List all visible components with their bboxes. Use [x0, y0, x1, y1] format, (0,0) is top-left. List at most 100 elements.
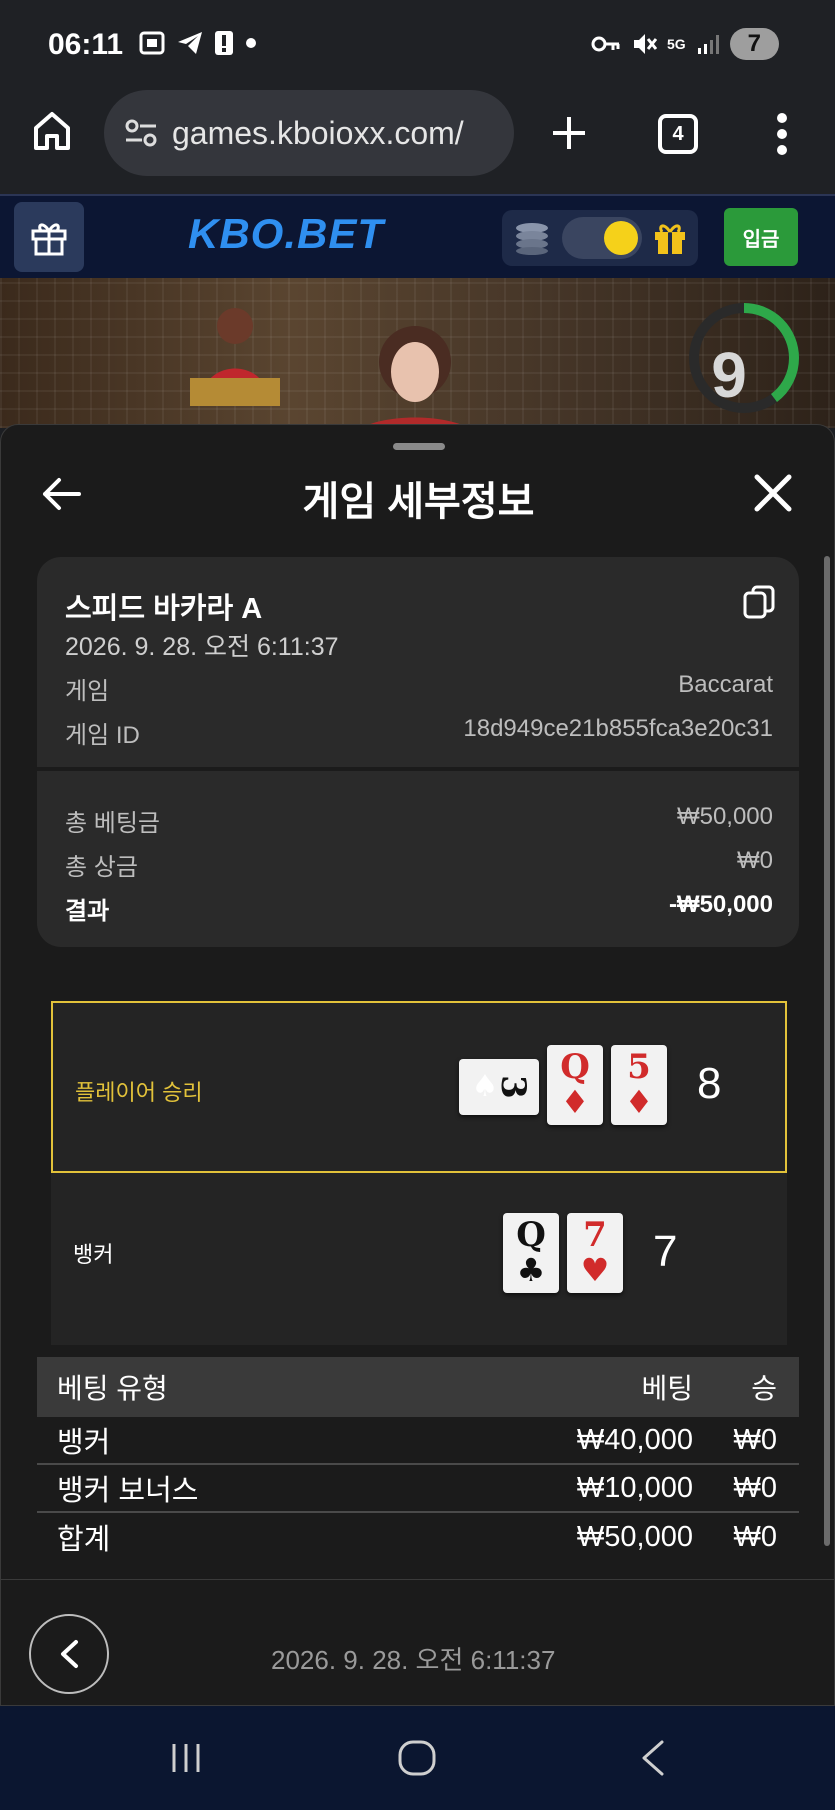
player-card-3-rank: 5: [627, 1047, 651, 1087]
screenshot-icon: [139, 31, 165, 55]
dealer-figure-right: [361, 326, 469, 428]
total-win-label: 총 상금: [65, 854, 138, 881]
game-type-label: 게임: [65, 678, 110, 705]
banker-card-2-rank: 7: [583, 1215, 607, 1255]
dealer-figure-left: [190, 308, 280, 406]
row-win: ₩0: [733, 1520, 778, 1553]
promo-button[interactable]: [14, 202, 84, 272]
telegram-icon: [178, 32, 202, 54]
browser-toolbar: games.kboioxx.com/ 4: [0, 90, 835, 194]
live-video-stream: 9: [0, 278, 835, 428]
banker-card-1-suit: ♣: [516, 1251, 546, 1289]
url-text: games.kboioxx.com/: [172, 114, 464, 151]
player-card-2: Q ♦: [547, 1045, 603, 1125]
banker-card-2-suit: ♥: [580, 1251, 610, 1289]
home-icon[interactable]: [32, 110, 72, 152]
row-bet-type: 뱅커: [57, 1427, 111, 1459]
close-icon[interactable]: [753, 473, 793, 513]
sheet-footer: 2026. 9. 28. 오전 6:11:37: [1, 1579, 834, 1705]
site-header: KBO.BET 입금: [0, 194, 835, 278]
game-details-sheet: 게임 세부정보 스피드 바카라 A 2026. 9. 28. 오전 6:11:3…: [0, 424, 835, 1706]
chevron-left-icon: [61, 1640, 78, 1668]
site-settings-icon[interactable]: [124, 118, 158, 148]
copy-icon[interactable]: [743, 585, 775, 619]
gift-reward-icon[interactable]: [652, 220, 688, 256]
player-card-3: 5 ♦: [611, 1045, 667, 1125]
status-system-icons: 5G 7: [591, 28, 779, 60]
site-logo[interactable]: KBO.BET: [188, 210, 384, 258]
game-type-value: Baccarat: [678, 671, 773, 698]
row-bet-amount: ₩10,000: [576, 1471, 693, 1504]
row-bet-type: 합계: [57, 1524, 111, 1556]
row-win: ₩0: [733, 1471, 778, 1504]
footer-back-button[interactable]: [29, 1614, 109, 1694]
banker-label: 뱅커: [73, 1242, 114, 1267]
row-win: ₩0: [733, 1423, 778, 1456]
banker-card-2: 7 ♥: [567, 1213, 623, 1293]
sheet-title: 게임 세부정보: [302, 480, 535, 524]
player-card-3-suit: ♦: [624, 1083, 654, 1121]
player-hand: 플레이어 승리 ♠ 3 Q ♦ 5 ♦ 8: [51, 1001, 787, 1173]
player-card-1: ♠ 3: [459, 1059, 539, 1115]
balance-toggle-group: [502, 210, 698, 266]
footer-datetime: 2026. 9. 28. 오전 6:11:37: [271, 1645, 556, 1675]
player-card-2-suit: ♦: [560, 1083, 590, 1121]
game-id-label: 게임 ID: [65, 722, 140, 749]
balance-toggle[interactable]: [562, 217, 642, 259]
game-info-top: 스피드 바카라 A 2026. 9. 28. 오전 6:11:37 게임 Bac…: [37, 557, 799, 767]
card-divider: [37, 767, 799, 771]
mute-icon: [633, 34, 657, 54]
header-bet-type: 베팅 유형: [57, 1373, 168, 1404]
player-label: 플레이어 승리: [75, 1080, 203, 1105]
banker-card-1-rank: Q: [516, 1215, 546, 1255]
total-bet-label: 총 베팅금: [65, 810, 160, 837]
alert-icon: [215, 31, 233, 55]
player-score: 8: [697, 1059, 722, 1108]
home-nav-icon[interactable]: [396, 1738, 438, 1778]
result-label: 결과: [65, 898, 110, 925]
row-bet-type: 뱅커 보너스: [57, 1475, 199, 1507]
system-nav-bar: [0, 1706, 835, 1810]
player-card-2-rank: Q: [560, 1047, 590, 1087]
bet-table-header: 베팅 유형 베팅 승: [37, 1357, 799, 1417]
player-card-1-rank: 3: [493, 1075, 533, 1099]
row-bet-amount: ₩40,000: [576, 1423, 693, 1456]
tabs-icon[interactable]: 4: [658, 114, 698, 154]
table-row-total: 합계 ₩50,000 ₩0: [37, 1513, 799, 1561]
back-nav-icon[interactable]: [638, 1738, 668, 1778]
row-bet-amount: ₩50,000: [576, 1520, 693, 1553]
game-id-value: 18d949ce21b855fca3e20c31: [463, 715, 773, 742]
sheet-drag-handle[interactable]: [393, 443, 445, 450]
battery-indicator: 7: [729, 28, 779, 60]
result-value: -₩50,000: [668, 891, 773, 918]
recents-nav-icon[interactable]: [166, 1738, 206, 1778]
status-time: 06:11: [48, 28, 124, 61]
tab-count: 4: [672, 122, 684, 145]
banker-hand: 뱅커 Q ♣ 7 ♥ 7: [51, 1173, 787, 1345]
new-tab-icon[interactable]: [550, 114, 588, 152]
address-bar[interactable]: games.kboioxx.com/: [104, 90, 514, 176]
toggle-knob: [604, 221, 638, 255]
more-menu-icon[interactable]: [774, 112, 790, 156]
header-bet-amount: 베팅: [641, 1373, 693, 1404]
game-name: 스피드 바카라 A: [65, 593, 263, 625]
game-info-card: 스피드 바카라 A 2026. 9. 28. 오전 6:11:37 게임 Bac…: [37, 557, 799, 947]
banker-score: 7: [653, 1227, 678, 1276]
scrollbar[interactable]: [824, 556, 830, 1546]
coins-icon: [516, 223, 548, 255]
gift-icon: [31, 223, 67, 256]
banker-card-1: Q ♣: [503, 1213, 559, 1293]
key-icon: [591, 36, 620, 52]
total-bet-value: ₩50,000: [676, 803, 773, 830]
round-timer-value: 9: [711, 339, 747, 411]
network-type: 5G: [666, 36, 686, 52]
status-bar: 06:11 5G 7: [0, 0, 835, 90]
table-row: 뱅커 보너스 ₩10,000 ₩0: [37, 1465, 799, 1513]
table-row: 뱅커 ₩40,000 ₩0: [37, 1417, 799, 1465]
deposit-button[interactable]: 입금: [724, 208, 798, 266]
dot-icon: [246, 38, 256, 48]
total-win-value: ₩0: [737, 847, 773, 874]
signal-icon: [697, 35, 719, 54]
header-win: 승: [751, 1373, 777, 1404]
status-notification-icons: [138, 30, 258, 56]
